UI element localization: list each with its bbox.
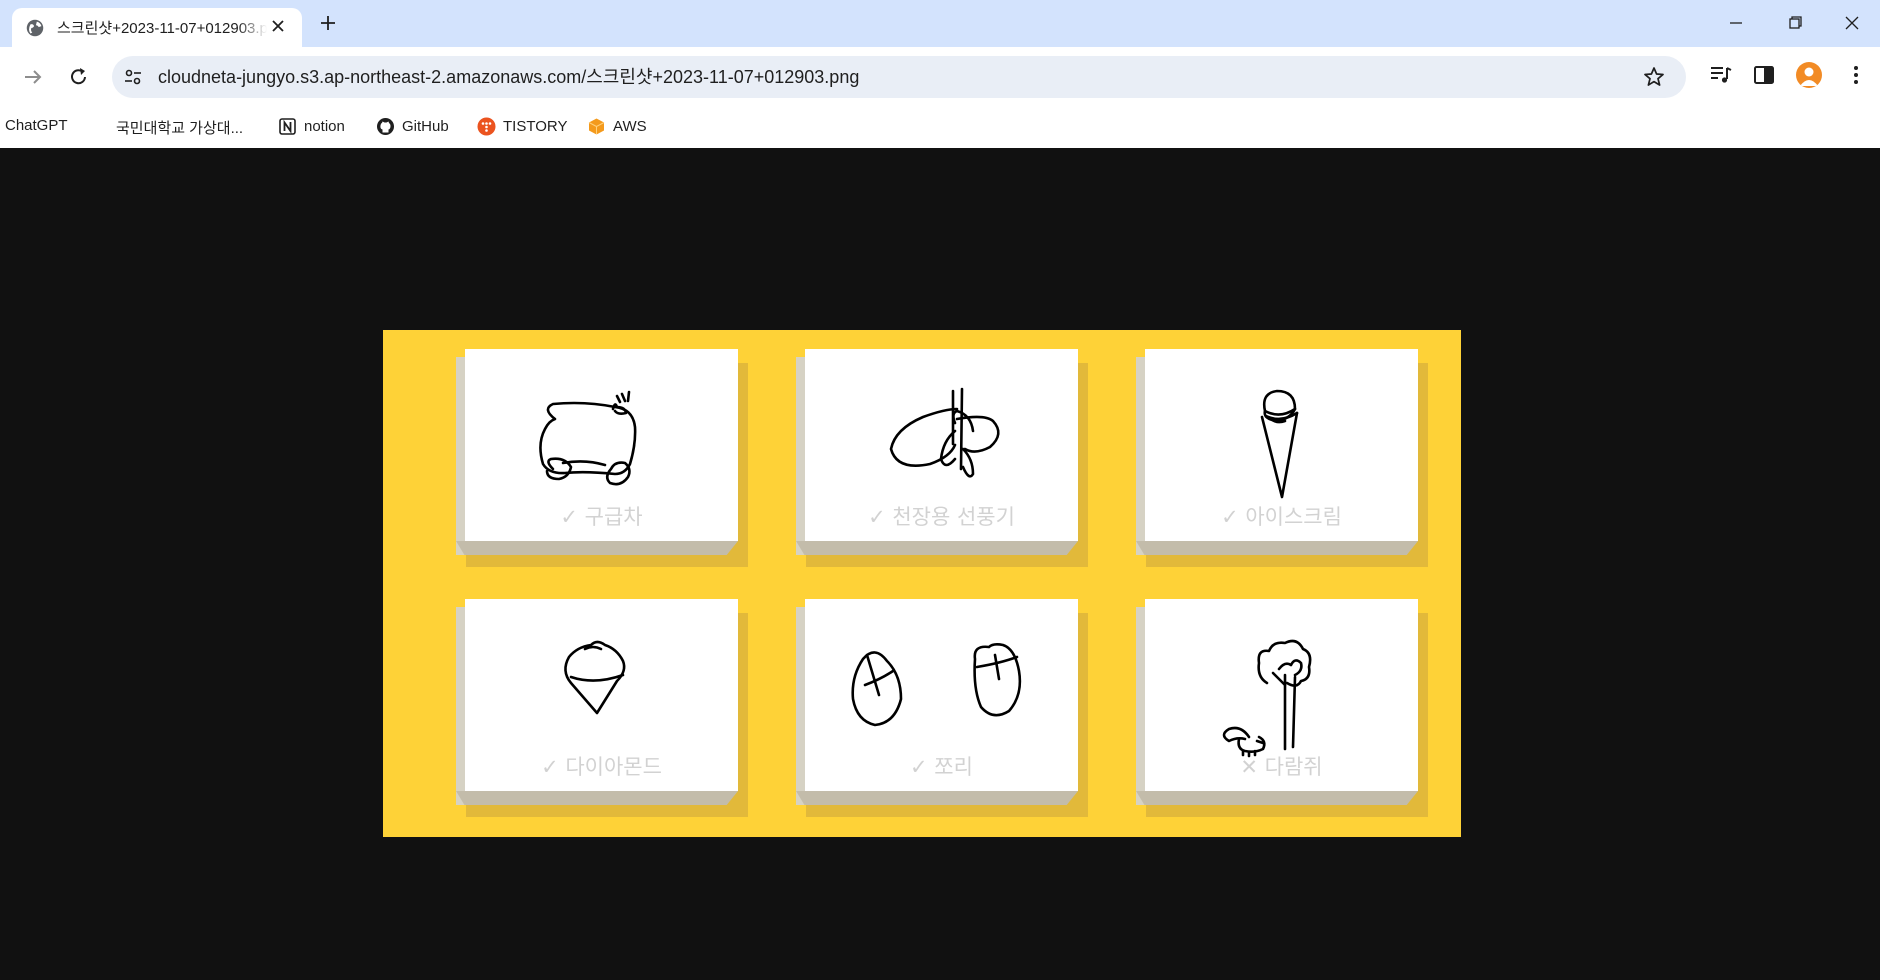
card-label: ✓ 천장용 선풍기 [868, 505, 1015, 529]
globe-icon [26, 19, 44, 36]
bookmark-github[interactable]: GitHub [376, 117, 449, 136]
card-label: ✓ 다이아몬드 [541, 755, 662, 779]
card-label: ✓ 쪼리 [910, 755, 973, 779]
bookmark-label: AWS [613, 118, 647, 135]
quiz-board: ✓ 구급차 ✓ 천장용 선풍기 ✓ 아이스크림 ✓ 다이아몬드 ✓ 쪼리 ✕ 다… [383, 330, 1461, 837]
restore-icon[interactable] [1783, 11, 1807, 35]
bookmark-notion[interactable]: notion [278, 117, 345, 136]
bookmark-label: ChatGPT [5, 117, 68, 134]
drawing-card-squirrel: ✕ 다람쥐 [1136, 599, 1428, 817]
tistory-icon [477, 117, 496, 136]
address-bar[interactable]: cloudneta-jungyo.s3.ap-northeast-2.amazo… [112, 56, 1686, 98]
notion-icon [279, 118, 296, 135]
drawing-card-ice-cream: ✓ 아이스크림 [1136, 349, 1428, 567]
card-label: ✕ 다람쥐 [1240, 755, 1323, 779]
bookmark-label: TISTORY [503, 118, 568, 135]
bookmarks-bar: ChatGPT 국민대학교 가상대... notion GitHub TISTO… [0, 105, 1880, 148]
site-info-icon[interactable] [122, 66, 144, 88]
github-icon [377, 118, 394, 135]
aws-icon [588, 118, 605, 135]
bookmark-label: GitHub [402, 118, 449, 135]
drawing-card-ambulance: ✓ 구급차 [456, 349, 748, 567]
media-control-icon[interactable] [1708, 62, 1734, 88]
drawing-card-ceiling-fan: ✓ 천장용 선풍기 [796, 349, 1088, 567]
bookmark-tistory[interactable]: TISTORY [477, 117, 567, 136]
card-label: ✓ 구급차 [560, 505, 643, 529]
card-label: ✓ 아이스크림 [1221, 505, 1342, 529]
close-tab-icon[interactable] [268, 16, 288, 36]
browser-toolbar: cloudneta-jungyo.s3.ap-northeast-2.amazo… [0, 47, 1880, 105]
close-window-icon[interactable] [1840, 11, 1864, 35]
drawing-card-diamond: ✓ 다이아몬드 [456, 599, 748, 817]
url-text[interactable]: cloudneta-jungyo.s3.ap-northeast-2.amazo… [158, 66, 859, 88]
bookmark-chatgpt[interactable]: ChatGPT [5, 117, 68, 134]
person-icon [1800, 67, 1818, 86]
side-panel-icon[interactable] [1751, 62, 1777, 88]
active-tab[interactable]: 스크린샷+2023-11-07+012903.png [12, 8, 302, 47]
bookmark-label: 국민대학교 가상대... [116, 120, 244, 137]
menu-kebab-icon[interactable] [1843, 62, 1869, 88]
profile-avatar[interactable] [1796, 62, 1822, 88]
image-viewport: ✓ 구급차 ✓ 천장용 선풍기 ✓ 아이스크림 ✓ 다이아몬드 ✓ 쪼리 ✕ 다… [0, 148, 1880, 980]
bookmark-star-icon[interactable] [1642, 65, 1666, 89]
reload-icon[interactable] [66, 64, 92, 90]
bookmark-label: notion [304, 118, 345, 135]
bookmark-aws[interactable]: AWS [587, 117, 647, 136]
minimize-icon[interactable] [1724, 11, 1748, 35]
bookmark-kookmin[interactable]: 국민대학교 가상대... [116, 117, 243, 138]
new-tab-icon[interactable] [316, 11, 340, 35]
forward-icon[interactable] [20, 64, 46, 90]
tab-strip: 스크린샷+2023-11-07+012903.png [0, 0, 1880, 47]
drawing-card-flip-flops: ✓ 쪼리 [796, 599, 1088, 817]
tab-title: 스크린샷+2023-11-07+012903.png [57, 20, 267, 37]
